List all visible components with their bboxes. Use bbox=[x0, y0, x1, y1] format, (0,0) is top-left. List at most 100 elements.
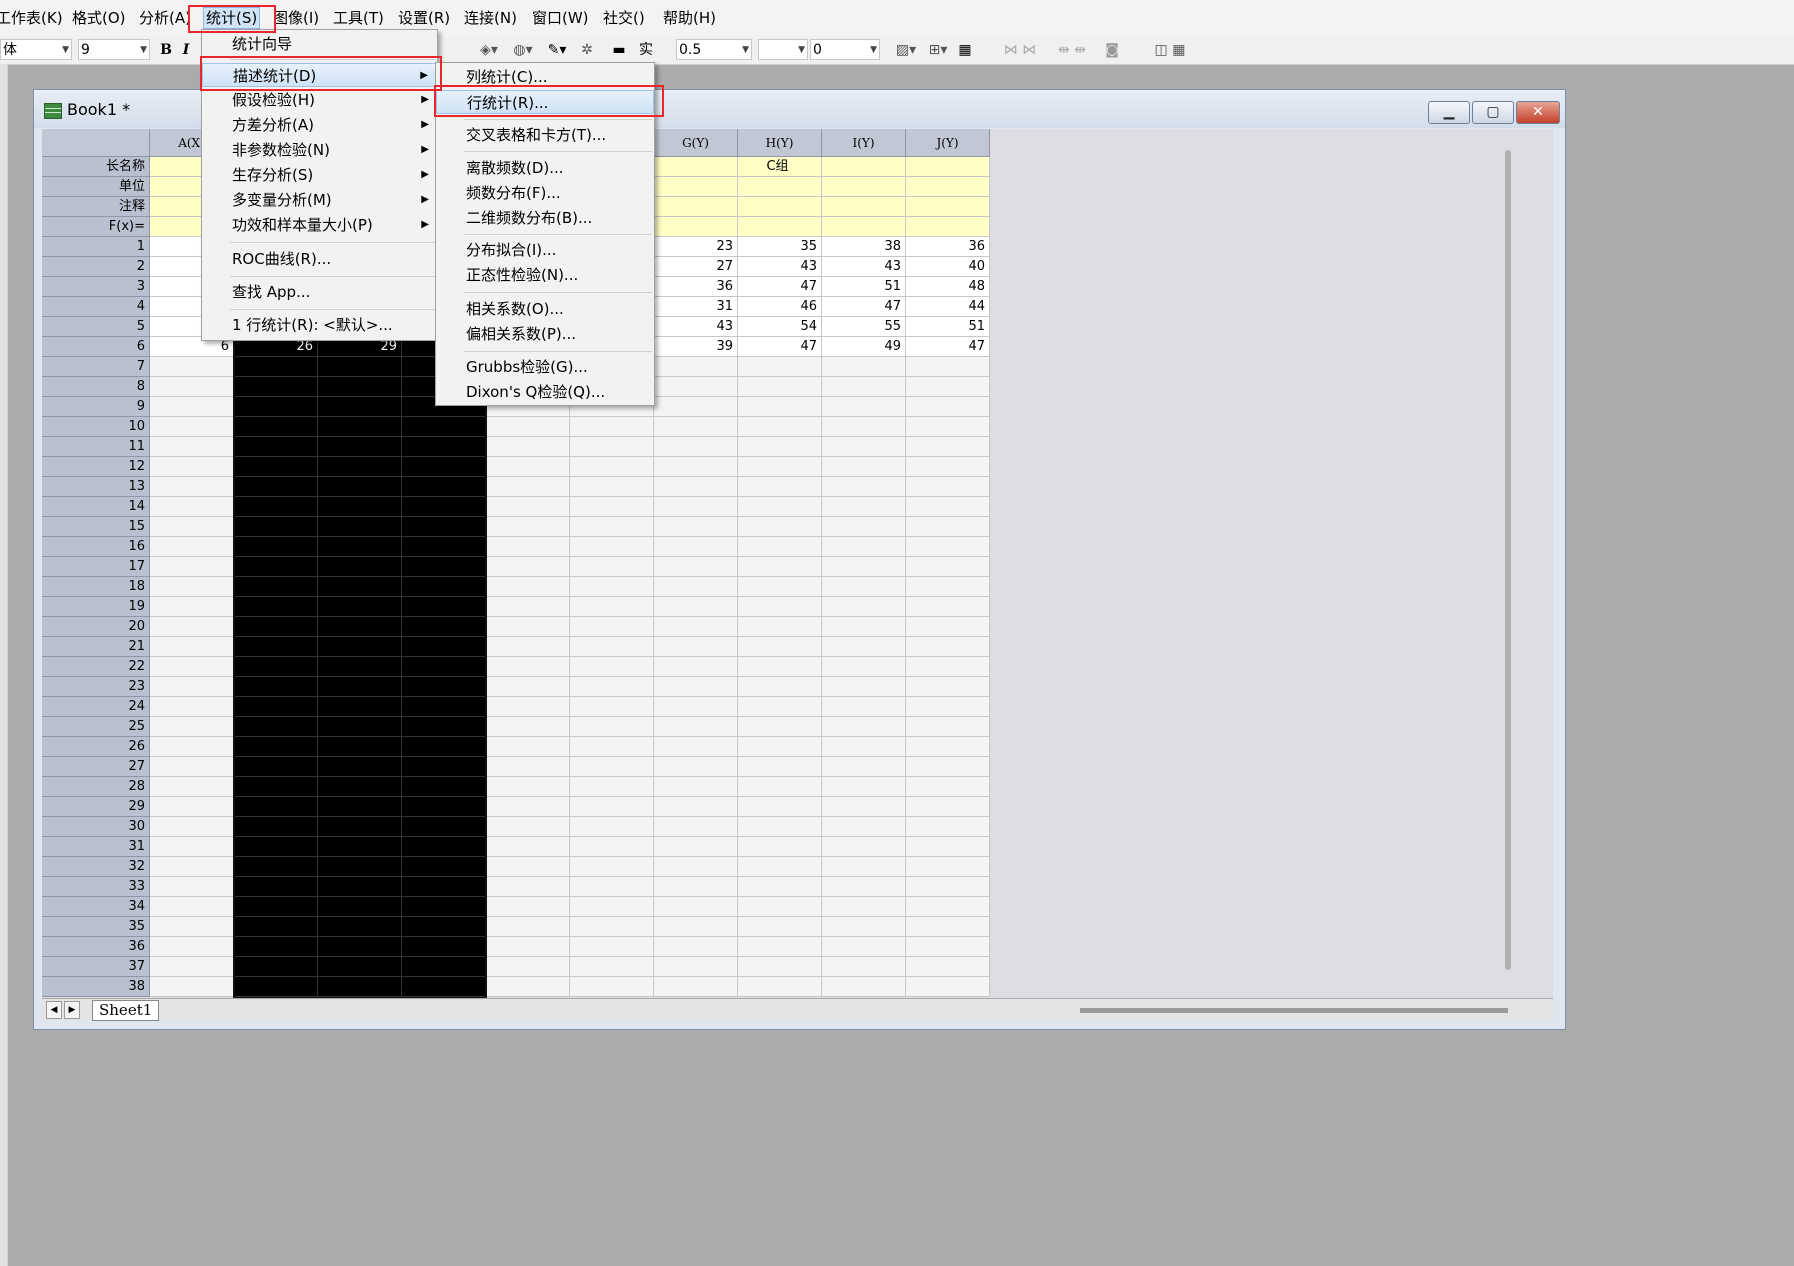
data-cell[interactable] bbox=[150, 797, 234, 817]
data-cell[interactable] bbox=[150, 877, 234, 897]
data-cell[interactable] bbox=[402, 617, 486, 637]
data-cell[interactable] bbox=[654, 457, 738, 477]
fill-color-icon[interactable]: ◈▾ bbox=[474, 40, 504, 60]
data-cell[interactable] bbox=[486, 537, 570, 557]
row-header[interactable]: 31 bbox=[42, 837, 150, 857]
data-cell[interactable] bbox=[486, 797, 570, 817]
data-cell[interactable]: 54 bbox=[738, 317, 822, 337]
row-header[interactable]: 13 bbox=[42, 477, 150, 497]
data-cell[interactable] bbox=[234, 757, 318, 777]
data-cell[interactable] bbox=[318, 597, 402, 617]
data-cell[interactable] bbox=[654, 917, 738, 937]
data-cell[interactable] bbox=[402, 597, 486, 617]
meta-row-header[interactable]: 注释 bbox=[42, 197, 150, 217]
data-cell[interactable] bbox=[906, 957, 990, 977]
menu-format[interactable]: 格式(O) bbox=[72, 8, 126, 28]
column-header[interactable]: G(Y) bbox=[654, 129, 738, 157]
vertical-scrollbar[interactable] bbox=[1505, 150, 1511, 970]
meta-cell[interactable] bbox=[654, 157, 738, 177]
data-cell[interactable] bbox=[234, 517, 318, 537]
row-header[interactable]: 26 bbox=[42, 737, 150, 757]
data-cell[interactable] bbox=[234, 877, 318, 897]
meta-cell[interactable] bbox=[822, 217, 906, 237]
menu-help[interactable]: 帮助(H) bbox=[663, 8, 716, 28]
data-cell[interactable]: 43 bbox=[654, 317, 738, 337]
menu-item-nonparametric[interactable]: 非参数检验(N) ▶ bbox=[202, 138, 437, 162]
row-header[interactable]: 29 bbox=[42, 797, 150, 817]
menu-item-multivariate[interactable]: 多变量分析(M) ▶ bbox=[202, 188, 437, 212]
data-cell[interactable] bbox=[654, 557, 738, 577]
data-cell[interactable] bbox=[486, 737, 570, 757]
data-cell[interactable] bbox=[318, 757, 402, 777]
data-cell[interactable] bbox=[486, 897, 570, 917]
data-cell[interactable] bbox=[906, 817, 990, 837]
data-cell[interactable] bbox=[822, 377, 906, 397]
data-cell[interactable] bbox=[570, 977, 654, 997]
data-cell[interactable] bbox=[738, 457, 822, 477]
data-cell[interactable] bbox=[822, 437, 906, 457]
data-cell[interactable] bbox=[402, 557, 486, 577]
data-cell[interactable] bbox=[234, 837, 318, 857]
data-cell[interactable] bbox=[654, 757, 738, 777]
data-cell[interactable] bbox=[822, 357, 906, 377]
row-header[interactable]: 11 bbox=[42, 437, 150, 457]
data-cell[interactable] bbox=[822, 797, 906, 817]
data-cell[interactable] bbox=[402, 757, 486, 777]
row-header[interactable]: 37 bbox=[42, 957, 150, 977]
data-cell[interactable] bbox=[822, 517, 906, 537]
data-cell[interactable] bbox=[318, 497, 402, 517]
data-cell[interactable] bbox=[318, 417, 402, 437]
data-cell[interactable] bbox=[906, 657, 990, 677]
data-cell[interactable] bbox=[738, 957, 822, 977]
data-cell[interactable] bbox=[654, 737, 738, 757]
data-cell[interactable] bbox=[822, 817, 906, 837]
data-cell[interactable] bbox=[318, 837, 402, 857]
data-cell[interactable] bbox=[738, 697, 822, 717]
menu-connect[interactable]: 连接(N) bbox=[464, 8, 517, 28]
data-cell[interactable] bbox=[486, 857, 570, 877]
horizontal-scrollbar[interactable] bbox=[1080, 1008, 1508, 1013]
data-cell[interactable] bbox=[150, 537, 234, 557]
menu-item-hypothesis-test[interactable]: 假设检验(H) ▶ bbox=[202, 88, 437, 112]
data-cell[interactable] bbox=[822, 397, 906, 417]
data-cell[interactable] bbox=[654, 657, 738, 677]
data-cell[interactable] bbox=[822, 757, 906, 777]
data-cell[interactable] bbox=[738, 897, 822, 917]
bold-button[interactable]: B bbox=[158, 40, 174, 60]
data-cell[interactable] bbox=[486, 917, 570, 937]
data-cell[interactable] bbox=[822, 977, 906, 997]
data-cell[interactable] bbox=[822, 917, 906, 937]
row-header[interactable]: 16 bbox=[42, 537, 150, 557]
data-cell[interactable] bbox=[654, 797, 738, 817]
row-header[interactable]: 8 bbox=[42, 377, 150, 397]
data-cell[interactable] bbox=[738, 417, 822, 437]
row-header[interactable]: 6 bbox=[42, 337, 150, 357]
data-cell[interactable] bbox=[318, 477, 402, 497]
data-cell[interactable] bbox=[234, 437, 318, 457]
data-cell[interactable] bbox=[486, 437, 570, 457]
data-cell[interactable] bbox=[234, 357, 318, 377]
data-cell[interactable] bbox=[654, 977, 738, 997]
data-cell[interactable] bbox=[654, 357, 738, 377]
data-cell[interactable] bbox=[318, 857, 402, 877]
font-combo[interactable]: 体 ▼ bbox=[0, 39, 72, 60]
menu-item-discrete-freq[interactable]: 离散频数(D)... bbox=[436, 156, 654, 180]
data-cell[interactable]: 35 bbox=[738, 237, 822, 257]
data-cell[interactable] bbox=[486, 757, 570, 777]
menu-item-stat-wizard[interactable]: 统计向导 bbox=[202, 32, 437, 56]
data-cell[interactable] bbox=[234, 737, 318, 757]
data-cell[interactable] bbox=[234, 537, 318, 557]
data-cell[interactable] bbox=[906, 757, 990, 777]
meta-row-header[interactable]: F(x)= bbox=[42, 217, 150, 237]
data-cell[interactable] bbox=[906, 917, 990, 937]
meta-cell[interactable] bbox=[654, 197, 738, 217]
data-cell[interactable] bbox=[738, 837, 822, 857]
data-cell[interactable]: 27 bbox=[654, 257, 738, 277]
meta-cell[interactable] bbox=[906, 157, 990, 177]
data-cell[interactable] bbox=[570, 597, 654, 617]
data-cell[interactable] bbox=[654, 717, 738, 737]
column-header[interactable]: H(Y) bbox=[738, 129, 822, 157]
row-header[interactable]: 9 bbox=[42, 397, 150, 417]
data-cell[interactable] bbox=[234, 397, 318, 417]
data-cell[interactable] bbox=[318, 697, 402, 717]
